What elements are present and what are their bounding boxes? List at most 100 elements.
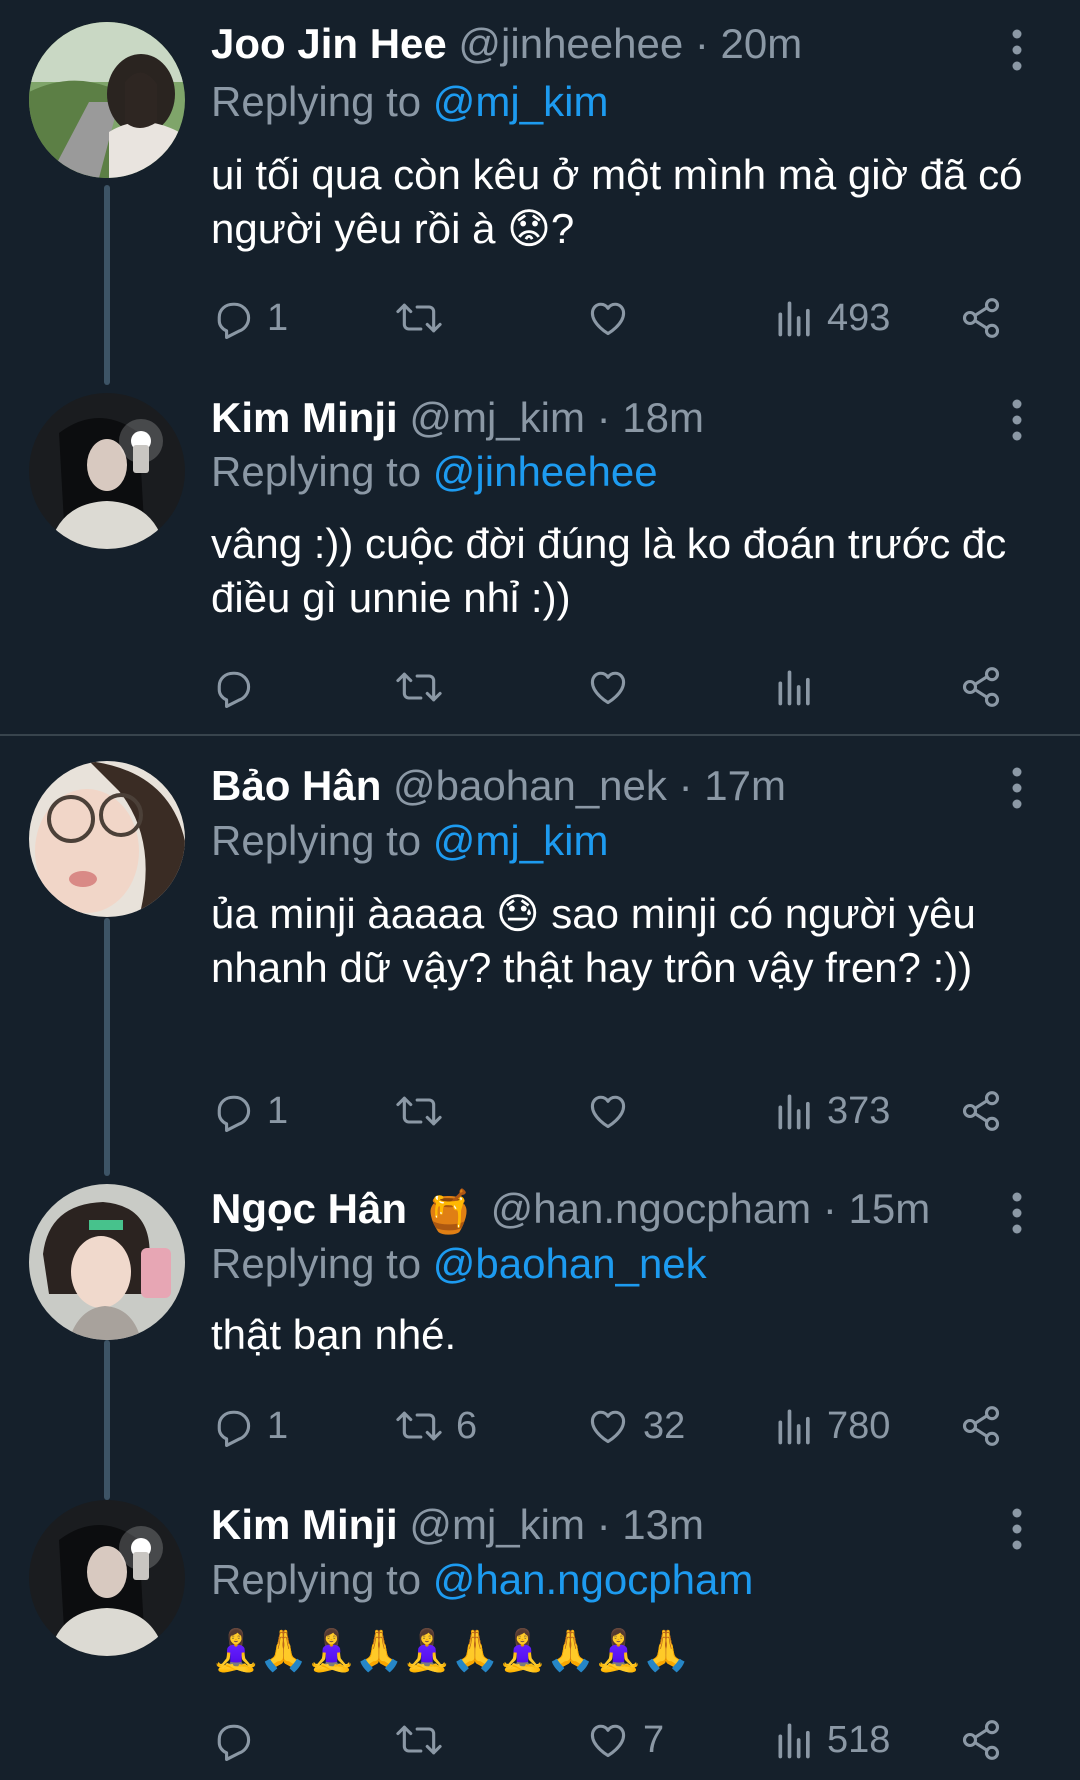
heart-icon (590, 1410, 626, 1444)
share-button[interactable] (959, 1712, 1003, 1768)
mention-link[interactable]: @jinheehee (433, 448, 658, 495)
avatar[interactable] (29, 761, 185, 917)
like-button[interactable]: 7 (585, 1712, 664, 1768)
retweet-button[interactable] (394, 1712, 456, 1768)
avatar[interactable] (29, 1500, 185, 1656)
share-icon (962, 1091, 1000, 1131)
replying-to-label: Replying to (211, 78, 422, 125)
retweet-icon (396, 1725, 442, 1755)
retweet-icon (396, 1096, 442, 1126)
display-name[interactable]: Kim Minji (211, 394, 398, 441)
views-count: 780 (827, 1404, 891, 1447)
reply-button[interactable]: 1 (211, 1083, 288, 1139)
more-icon[interactable] (1008, 398, 1026, 442)
display-name[interactable]: Kim Minji (211, 1501, 398, 1548)
replying-to-label: Replying to (211, 1556, 422, 1603)
share-button[interactable] (959, 1398, 1003, 1454)
like-button[interactable] (585, 659, 643, 715)
reply-icon (217, 302, 251, 339)
share-icon (962, 667, 1000, 707)
mention-link[interactable]: @mj_kim (433, 78, 609, 125)
tweet-text: thật bạn nhé. (211, 1311, 457, 1358)
avatar[interactable] (29, 393, 185, 549)
replying-to: Replying to @han.ngocpham (211, 1554, 753, 1606)
like-button[interactable] (585, 1083, 643, 1139)
handle[interactable]: @han.ngocpham (491, 1185, 812, 1232)
display-name[interactable]: Bảo Hân (211, 762, 381, 809)
views-button[interactable] (775, 659, 827, 715)
share-icon (962, 1406, 1000, 1446)
retweet-button[interactable] (394, 1083, 456, 1139)
replying-to-label: Replying to (211, 1240, 422, 1287)
more-icon[interactable] (1008, 766, 1026, 810)
reply-icon (217, 1724, 251, 1761)
thread-line (104, 185, 110, 385)
avatar-photo-icon (29, 393, 185, 549)
views-icon (778, 670, 810, 706)
views-button[interactable]: 518 (775, 1712, 890, 1768)
timestamp[interactable]: · 13m (597, 1501, 704, 1548)
thread-line (104, 918, 110, 1176)
views-count: 373 (827, 1089, 891, 1132)
handle[interactable]: @mj_kim (409, 394, 585, 441)
retweet-button[interactable] (394, 290, 456, 346)
honey-pot-icon: 🍯 (422, 1187, 475, 1235)
reply-button[interactable]: 1 (211, 290, 288, 346)
timestamp[interactable]: · 18m (597, 394, 704, 441)
more-icon[interactable] (1008, 1191, 1026, 1235)
avatar[interactable] (29, 1184, 185, 1340)
tweet-header: Ngọc Hân 🍯 @han.ngocpham · 15m (211, 1183, 930, 1235)
avatar-photo-icon (29, 1184, 185, 1340)
views-button[interactable]: 373 (775, 1083, 890, 1139)
thread-divider (0, 734, 1080, 736)
avatar-photo-icon (29, 761, 185, 917)
like-button[interactable]: 32 (585, 1398, 685, 1454)
timestamp[interactable]: · 15m (823, 1185, 930, 1232)
mention-link[interactable]: @mj_kim (433, 817, 609, 864)
more-icon[interactable] (1008, 1507, 1026, 1551)
views-button[interactable]: 493 (775, 290, 890, 346)
share-button[interactable] (959, 659, 1003, 715)
display-name[interactable]: Ngọc Hân (211, 1185, 407, 1232)
display-name[interactable]: Joo Jin Hee (211, 20, 447, 67)
share-button[interactable] (959, 1083, 1003, 1139)
mention-link[interactable]: @baohan_nek (433, 1240, 707, 1287)
tweet-header: Kim Minji @mj_kim · 13m (211, 1499, 704, 1551)
share-icon (962, 1720, 1000, 1760)
views-icon (778, 301, 810, 337)
timestamp[interactable]: · 17m (679, 762, 786, 809)
action-bar: 1 493 (211, 290, 1031, 346)
retweet-button[interactable]: 6 (394, 1398, 477, 1454)
handle[interactable]: @baohan_nek (393, 762, 667, 809)
views-button[interactable]: 780 (775, 1398, 890, 1454)
reply-button[interactable]: 1 (211, 1398, 288, 1454)
retweet-button[interactable] (394, 659, 456, 715)
views-count: 518 (827, 1718, 891, 1761)
action-bar: 1 373 (211, 1083, 1031, 1139)
reply-button[interactable] (211, 1712, 267, 1768)
views-count: 493 (827, 296, 891, 339)
avatar-photo-icon (29, 1500, 185, 1656)
like-count: 7 (643, 1718, 665, 1761)
reply-button[interactable] (211, 659, 267, 715)
tweet-header: Bảo Hân @baohan_nek · 17m (211, 760, 786, 812)
replying-to: Replying to @mj_kim (211, 815, 608, 867)
replying-to: Replying to @jinheehee (211, 446, 658, 498)
tweet-header: Kim Minji @mj_kim · 18m (211, 392, 704, 444)
retweet-icon (396, 672, 442, 702)
more-icon[interactable] (1008, 28, 1026, 72)
retweet-count: 6 (456, 1404, 478, 1447)
tweet-header: Joo Jin Hee @jinheehee · 20m (211, 18, 802, 70)
replying-to-label: Replying to (211, 817, 422, 864)
handle[interactable]: @jinheehee (458, 20, 683, 67)
avatar[interactable] (29, 22, 185, 178)
mention-link[interactable]: @han.ngocpham (433, 1556, 754, 1603)
timestamp[interactable]: · 20m (695, 20, 802, 67)
handle[interactable]: @mj_kim (409, 1501, 585, 1548)
reply-count: 1 (267, 1404, 289, 1447)
reply-icon (217, 671, 251, 708)
share-button[interactable] (959, 290, 1003, 346)
reply-count: 1 (267, 1089, 289, 1132)
reply-count: 1 (267, 296, 289, 339)
like-button[interactable] (585, 290, 643, 346)
